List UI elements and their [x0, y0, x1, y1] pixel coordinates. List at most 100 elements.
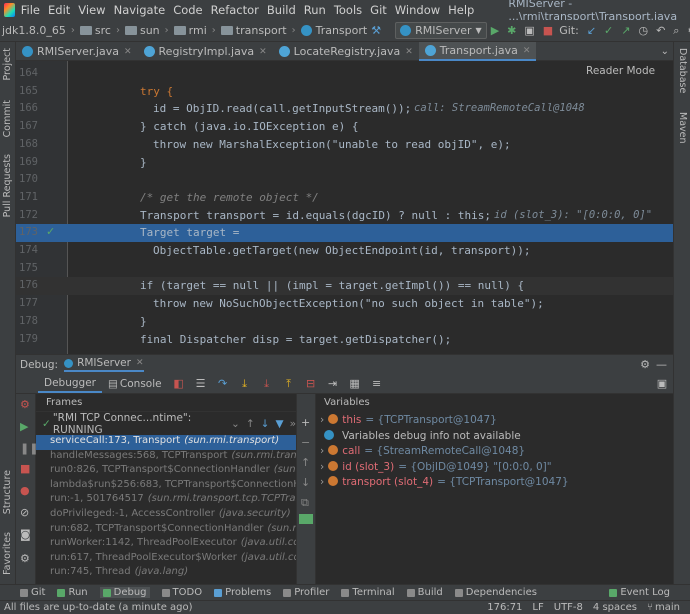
git-push-icon[interactable]: ↗	[621, 24, 630, 38]
run-to-cursor-icon[interactable]: ⇥	[326, 377, 340, 391]
structure-tool-button[interactable]: Structure	[2, 470, 13, 514]
tab-rmiserver[interactable]: RMIServer.java ✕	[16, 42, 138, 61]
menu-navigate[interactable]: Navigate	[114, 3, 166, 17]
drop-frame-icon[interactable]: ⊟	[304, 377, 318, 391]
dependencies-tool-button[interactable]: Dependencies	[454, 587, 537, 598]
stack-frame[interactable]: run:617, ThreadPoolExecutor$Worker (java.…	[36, 552, 296, 567]
show-execution-point-icon[interactable]: ◧	[172, 377, 186, 391]
code-line[interactable]: 178}	[16, 313, 673, 331]
tab-debugger[interactable]: Debugger	[38, 375, 102, 393]
step-over-icon[interactable]: ↷	[216, 377, 230, 391]
close-icon[interactable]: ✕	[124, 47, 132, 57]
close-icon[interactable]: ✕	[523, 46, 531, 56]
run-configuration-select[interactable]: RMIServer ▼	[395, 22, 487, 39]
variable-row[interactable]: › call = {StreamRemoteCall@1048}	[320, 445, 525, 457]
stack-frame[interactable]: run:682, TCPTransport$ConnectionHandler(…	[36, 523, 296, 538]
stack-frame[interactable]: runWorker:1142, ThreadPoolExecutor (java.…	[36, 537, 296, 552]
stack-frame[interactable]: serviceCall:173, Transport (sun.rmi.trans…	[36, 435, 296, 450]
stack-frame[interactable]: lambda$run$256:683, TCPTransport$Connect…	[36, 479, 296, 494]
line-separator[interactable]: LF	[532, 602, 543, 613]
expand-chevron-icon[interactable]: ›	[320, 461, 324, 473]
settings-icon[interactable]: ⚙	[20, 552, 30, 565]
menu-file[interactable]: File	[21, 3, 40, 17]
execution-point-icon[interactable]: ✓	[46, 225, 55, 238]
tab-registryimpl[interactable]: RegistryImpl.java ✕	[138, 42, 273, 61]
code-line[interactable]: 171 /* get the remote object */	[16, 189, 673, 207]
menu-build[interactable]: Build	[267, 3, 296, 17]
search-icon[interactable]: ⌕	[673, 24, 679, 38]
settings-icon[interactable]: ⚙	[640, 358, 650, 371]
variable-row[interactable]: › this = {TCPTransport@1047}	[320, 414, 497, 426]
stack-frame[interactable]: doPrivileged:-1, AccessController (java.s…	[36, 508, 296, 523]
code-editor[interactable]: 164 165 try {166 id = ObjID.read(call.getIn…	[16, 61, 673, 354]
breadcrumb-jdk[interactable]: jdk1.8.0_65	[2, 24, 66, 37]
file-encoding[interactable]: UTF-8	[554, 602, 583, 613]
stack-frame[interactable]: handleMessages:568, TCPTransport (sun.rmi…	[36, 450, 296, 465]
debug-session-tab[interactable]: RMIServer ✕	[64, 357, 144, 372]
close-icon[interactable]: ✕	[136, 358, 144, 368]
breadcrumb-transport[interactable]: transport	[220, 24, 287, 37]
database-tool-button[interactable]: Database	[677, 48, 688, 93]
rollback-icon[interactable]: ↶	[656, 24, 665, 38]
menu-refactor[interactable]: Refactor	[211, 3, 259, 17]
variable-row[interactable]: › transport (slot_4) = {TCPTransport@1047}	[320, 476, 569, 488]
evaluate-expression-icon[interactable]: ▦	[348, 377, 362, 391]
breadcrumb-transport-class[interactable]: Transport	[300, 24, 367, 37]
debug-tool-button[interactable]: Debug	[99, 587, 150, 598]
code-line[interactable]: 176 if (target == null || (impl = target.…	[16, 277, 673, 296]
move-down-icon[interactable]: ↓	[301, 476, 310, 489]
restore-layout-icon[interactable]: ▣	[655, 377, 669, 391]
stack-frame[interactable]: run:-1, 501764517 (sun.rmi.transport.tcp.…	[36, 493, 296, 508]
git-tool-button[interactable]: Git	[20, 587, 45, 598]
menu-help[interactable]: Help	[448, 3, 474, 17]
event-log-tool-button[interactable]: Event Log	[609, 587, 670, 598]
copy-icon[interactable]: ⧉	[301, 496, 309, 510]
close-icon[interactable]: ✕	[405, 47, 413, 57]
view-breakpoints-icon[interactable]: ●	[20, 484, 30, 497]
commit-tool-button[interactable]: Commit	[2, 100, 13, 137]
git-commit-icon[interactable]: ✓	[604, 24, 613, 38]
remove-icon[interactable]: −	[301, 436, 310, 449]
code-line[interactable]: 168 throw new MarshalException("unable to…	[16, 136, 673, 154]
down-arrow-icon[interactable]: ↓	[261, 418, 270, 430]
git-update-icon[interactable]: ↙	[587, 24, 596, 38]
stack-frame[interactable]: run0:826, TCPTransport$ConnectionHandler…	[36, 464, 296, 479]
stop-icon[interactable]: ■	[543, 24, 553, 38]
menu-tools[interactable]: Tools	[334, 3, 362, 17]
variable-row[interactable]: Variables debug info not available	[320, 429, 521, 442]
hammer-icon[interactable]: ⚒	[371, 24, 381, 38]
expand-chevron-icon[interactable]: ›	[320, 414, 324, 426]
pull-requests-tool-button[interactable]: Pull Requests	[2, 154, 13, 217]
force-step-into-icon[interactable]: ⤓	[260, 377, 274, 391]
mute-breakpoints-icon[interactable]: ⊘	[20, 506, 29, 519]
code-line[interactable]: 164	[16, 65, 673, 83]
favorites-tool-button[interactable]: Favorites	[2, 532, 13, 575]
add-icon[interactable]: +	[301, 416, 310, 429]
variable-row[interactable]: › id (slot_3) = {ObjID@1049} "[0:0:0, 0]"	[320, 460, 552, 473]
menu-run[interactable]: Run	[304, 3, 326, 17]
minimize-icon[interactable]: —	[656, 358, 667, 371]
code-line[interactable]: 169}	[16, 154, 673, 172]
filter-icon[interactable]: ▼	[275, 418, 283, 430]
code-line[interactable]: 170	[16, 171, 673, 189]
stack-frame[interactable]: run:745, Thread (java.lang)	[36, 566, 296, 581]
rerun-icon[interactable]: ⚙	[20, 398, 30, 411]
breadcrumb-rmi[interactable]: rmi	[173, 24, 207, 37]
history-icon[interactable]: ◷	[638, 24, 648, 38]
run-icon[interactable]: ▶	[491, 24, 499, 38]
debug-icon[interactable]: ✱	[507, 24, 516, 38]
trace-icon[interactable]: ≡	[370, 377, 384, 391]
code-line[interactable]: 179 final Dispatcher disp = target.getDis…	[16, 331, 673, 349]
tab-list-chevron-icon[interactable]: ⌄	[661, 42, 669, 60]
profiler-tool-button[interactable]: Profiler	[283, 587, 329, 598]
resume-icon[interactable]: ▶	[20, 420, 28, 433]
code-line[interactable]: 172 Transport transport = id.equals(dgcID…	[16, 207, 673, 225]
menu-code[interactable]: Code	[173, 3, 202, 17]
code-line[interactable]: 174 ObjectTable.getTarget(new ObjectEndpo…	[16, 242, 673, 260]
step-into-icon[interactable]: ⤓	[238, 377, 252, 391]
breadcrumb-src[interactable]: src	[79, 24, 111, 37]
camera-icon[interactable]: ◙	[20, 528, 31, 541]
code-line[interactable]: 167} catch (java.io.IOException e) {	[16, 118, 673, 136]
stop-icon[interactable]: ■	[20, 462, 30, 475]
thread-selector[interactable]: ✓ "RMI TCP Connec...ntime": RUNNING ⌄ ↑ …	[36, 412, 296, 436]
